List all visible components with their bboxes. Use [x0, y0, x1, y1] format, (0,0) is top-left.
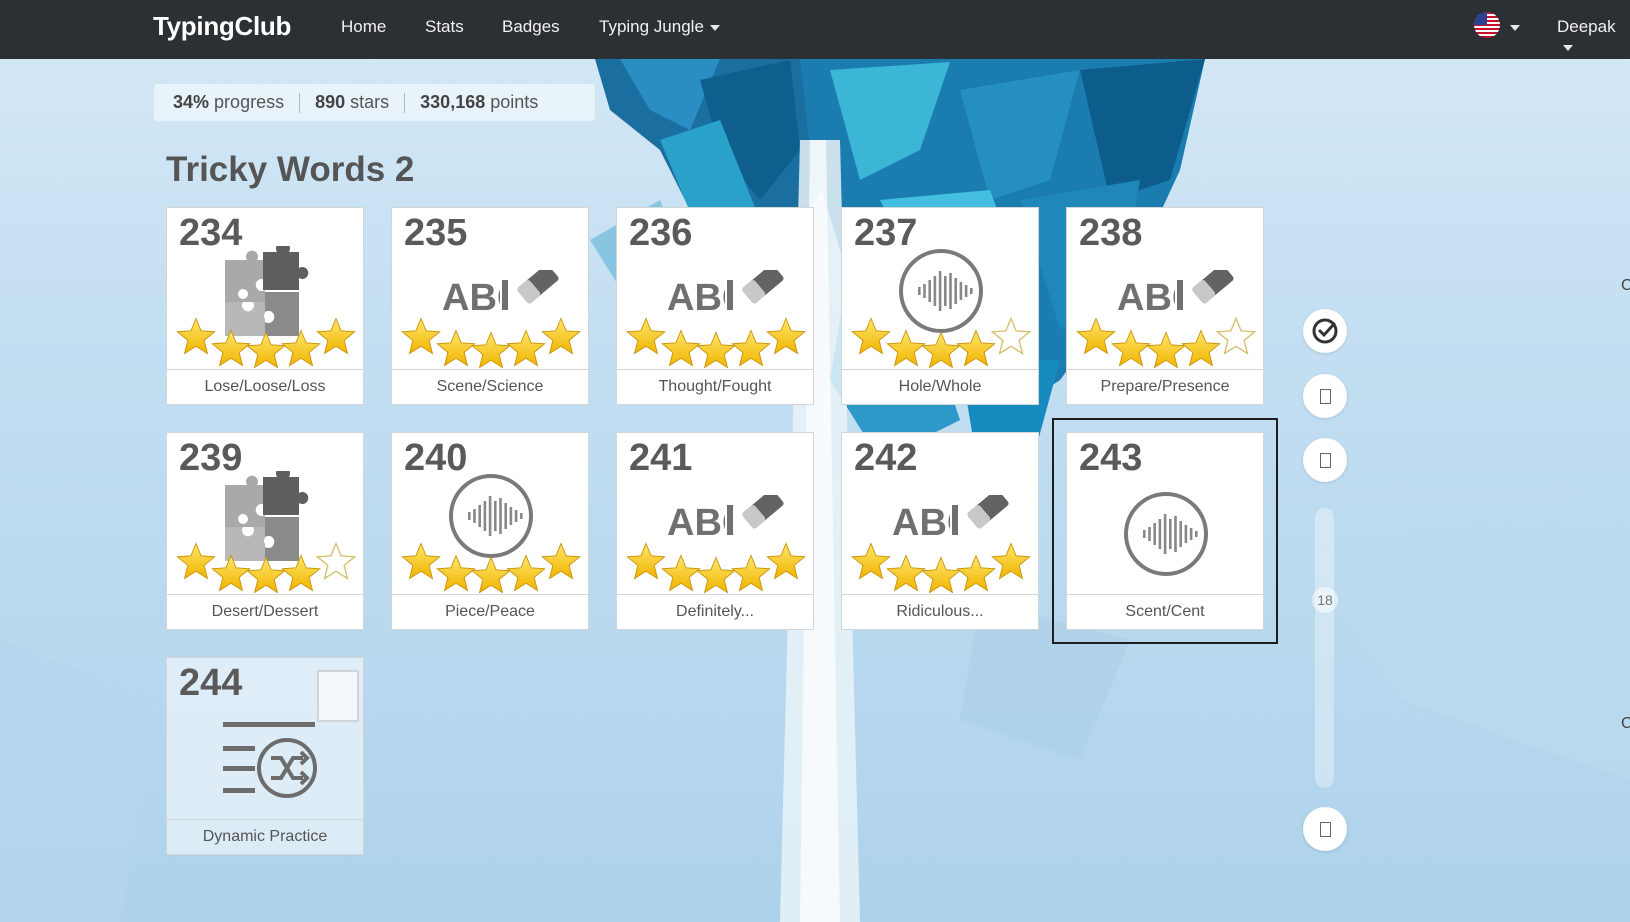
divider	[299, 92, 301, 113]
lesson-title: Scene/Science	[392, 369, 588, 404]
square-icon	[1319, 388, 1331, 404]
lesson-title: Prepare/Presence	[1067, 369, 1263, 404]
section-title: Tricky Words 2	[166, 150, 415, 189]
brand-logo[interactable]: TypingClub	[153, 11, 291, 42]
lesson-card-238[interactable]: 238 ABC Prepare/Presence	[1066, 207, 1264, 405]
points-label: points	[490, 92, 539, 112]
square-icon	[1319, 452, 1331, 468]
lesson-number: 235	[404, 212, 468, 254]
lesson-card-243[interactable]: 243 Scent/Cent	[1052, 418, 1278, 644]
star-empty-icon	[990, 316, 1032, 361]
lesson-number: 243	[1079, 437, 1143, 479]
star-filled-icon	[315, 316, 357, 361]
chevron-down-icon	[1510, 25, 1520, 31]
scroll-slider-track[interactable]	[1315, 508, 1334, 788]
progress-value: 34%	[173, 92, 210, 112]
edge-glyph: C	[1621, 715, 1630, 732]
lesson-title: Hole/Whole	[842, 369, 1038, 404]
lesson-number: 241	[629, 437, 693, 479]
lesson-title: Desert/Dessert	[167, 594, 363, 629]
lesson-card-237[interactable]: 237 Hole/Whole	[841, 207, 1039, 405]
completed-filter-button[interactable]	[1303, 309, 1347, 353]
check-circle-icon	[1312, 318, 1338, 344]
sound-wave-icon	[1121, 489, 1211, 584]
lesson-title: Definitely...	[617, 594, 813, 629]
lesson-title: Lose/Loose/Loss	[167, 369, 363, 404]
top-navbar: TypingClub Home Stats Badges Typing Jung…	[0, 0, 1630, 59]
user-menu[interactable]: Deepak	[1557, 17, 1630, 57]
shuffle-list-icon	[219, 716, 325, 811]
nav-stats[interactable]: Stats	[425, 17, 464, 37]
lesson-number: 244	[179, 662, 243, 704]
chevron-down-icon	[1563, 44, 1573, 51]
lesson-number: 236	[629, 212, 693, 254]
control-button-3[interactable]	[1303, 438, 1347, 482]
control-button-2[interactable]	[1303, 374, 1347, 418]
star-empty-icon	[315, 541, 357, 586]
stars-value: 890	[315, 92, 346, 112]
edge-glyph: C	[1621, 277, 1630, 294]
square-icon	[1319, 821, 1331, 837]
lesson-title: Scent/Cent	[1067, 594, 1263, 629]
lesson-card-244[interactable]: 244 Dynamic Practice	[166, 657, 364, 855]
lesson-card-234[interactable]: 234 Lose/Loose/Loss	[166, 207, 364, 405]
lesson-number: 238	[1079, 212, 1143, 254]
star-filled-icon	[540, 316, 582, 361]
sound-wave-icon	[446, 471, 536, 566]
lesson-title: Dynamic Practice	[167, 819, 363, 854]
language-selector[interactable]	[1474, 0, 1534, 59]
lesson-card-235[interactable]: 235 ABC Scene/Science	[391, 207, 589, 405]
nav-badges[interactable]: Badges	[502, 17, 560, 37]
control-button-bottom[interactable]	[1303, 807, 1347, 851]
star-filled-icon	[540, 541, 582, 586]
scroll-slider-thumb[interactable]: 18	[1312, 587, 1338, 613]
divider	[404, 92, 406, 113]
chevron-down-icon	[709, 24, 720, 31]
lesson-card-239[interactable]: 239 Desert/Dessert	[166, 432, 364, 630]
lesson-title: Piece/Peace	[392, 594, 588, 629]
lesson-card-236[interactable]: 236 ABC Thought/Fought	[616, 207, 814, 405]
star-filled-icon	[765, 316, 807, 361]
lesson-card-241[interactable]: 241 ABC Definitely...	[616, 432, 814, 630]
user-name: Deepak	[1557, 17, 1616, 36]
us-flag-icon	[1474, 12, 1500, 38]
star-filled-icon	[765, 541, 807, 586]
star-empty-icon	[1215, 316, 1257, 361]
progress-stats-bar: 34% progress 890 stars 330,168 points	[154, 84, 595, 121]
sound-wave-icon	[896, 246, 986, 341]
lesson-card-242[interactable]: 242 ABC Ridiculous...	[841, 432, 1039, 630]
typing-jungle-label: Typing Jungle	[599, 17, 704, 36]
star-filled-icon	[990, 541, 1032, 586]
lesson-title: Ridiculous...	[842, 594, 1038, 629]
points-value: 330,168	[420, 92, 486, 112]
lesson-number: 242	[854, 437, 918, 479]
lesson-title: Thought/Fought	[617, 369, 813, 404]
progress-label: progress	[214, 92, 285, 112]
lesson-checkbox[interactable]	[317, 670, 359, 722]
nav-typing-jungle[interactable]: Typing Jungle	[599, 17, 720, 37]
nav-home[interactable]: Home	[341, 17, 386, 37]
lesson-card-240[interactable]: 240 Piece/Peace	[391, 432, 589, 630]
stars-label: stars	[350, 92, 390, 112]
